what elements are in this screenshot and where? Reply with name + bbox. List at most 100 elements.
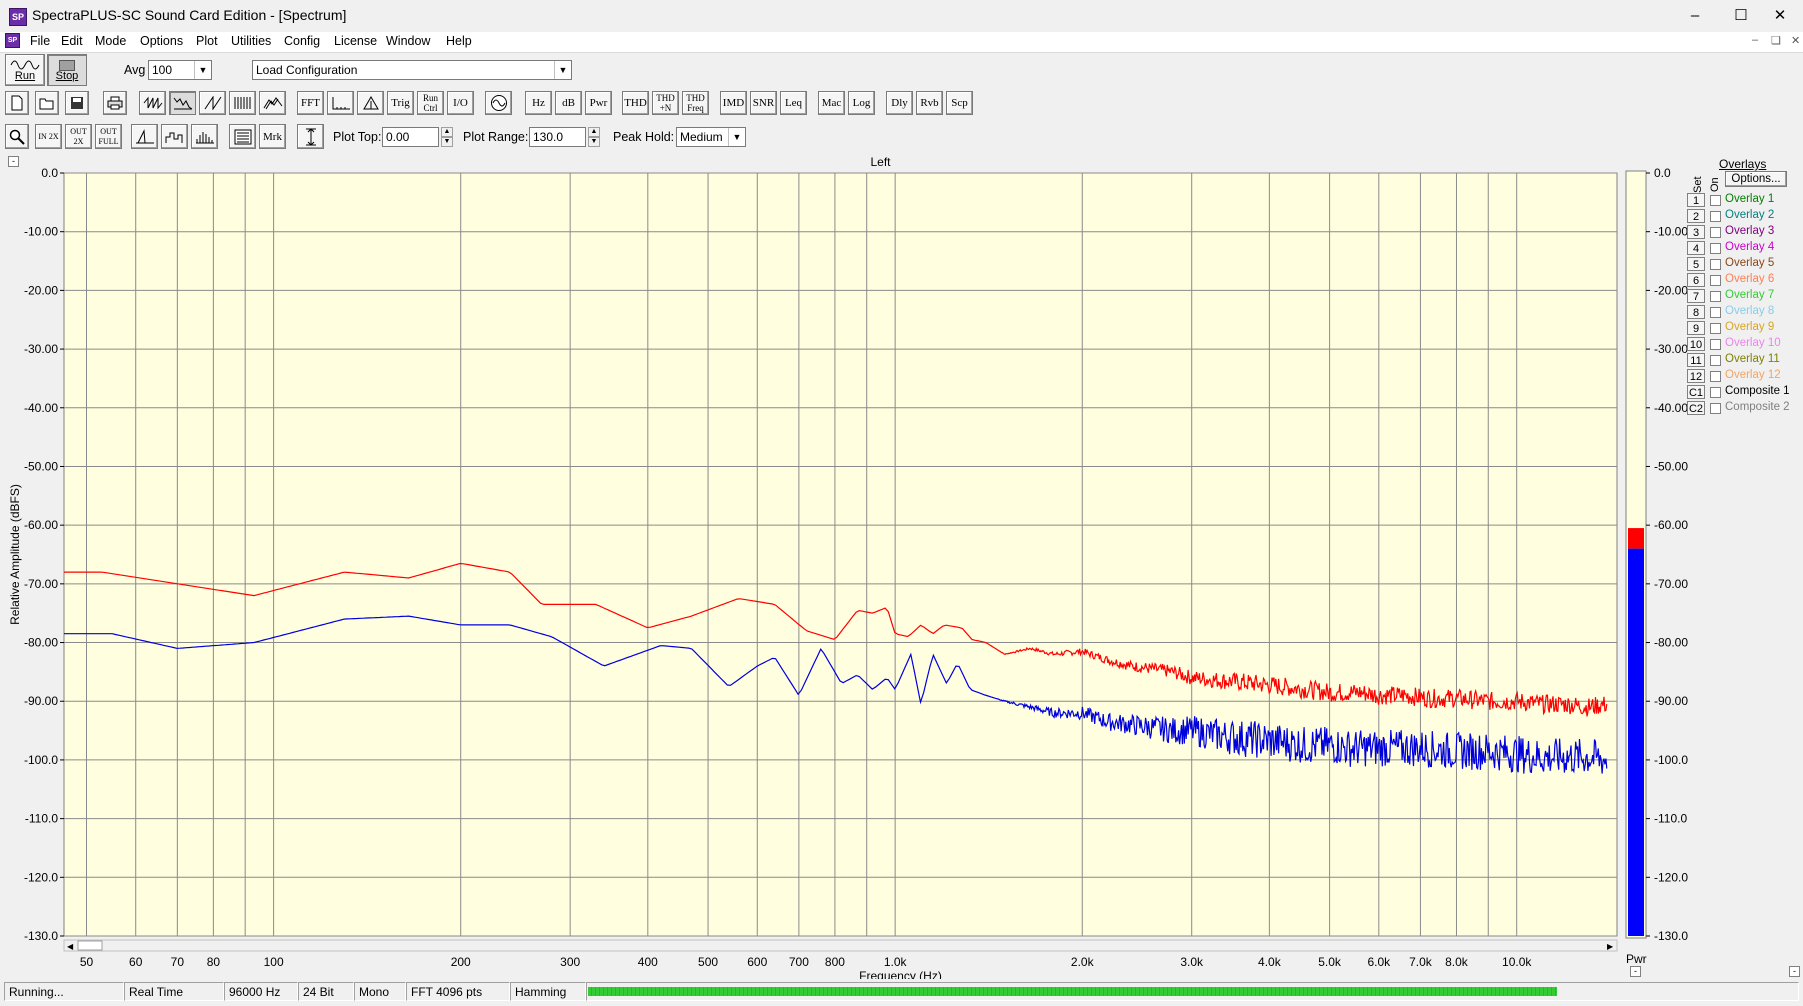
overlay-set-button[interactable]: 10 [1687, 337, 1705, 351]
print-button[interactable] [103, 91, 127, 115]
octave-button[interactable] [161, 124, 188, 149]
thd-freq-button[interactable]: THD Freq [682, 91, 709, 115]
peak-button[interactable] [131, 124, 158, 149]
zoom-out-2x-button[interactable]: OUT 2X [65, 124, 92, 149]
mac-button[interactable]: Mac [818, 91, 845, 115]
config-select[interactable]: Load Configuration ▼ [252, 60, 572, 80]
open-file-button[interactable] [35, 91, 59, 115]
io-button[interactable]: I/O [447, 91, 474, 115]
leq-button[interactable]: Leq [780, 91, 807, 115]
overlay-on-checkbox[interactable] [1710, 387, 1721, 398]
bar-graph-button[interactable] [191, 124, 218, 149]
overlay-set-button[interactable]: 7 [1687, 289, 1705, 303]
spectrum-button[interactable] [169, 91, 196, 115]
zoom-in-2x-button[interactable]: IN 2X [35, 124, 62, 149]
overlay-on-checkbox[interactable] [1710, 371, 1721, 382]
overlay-set-button[interactable]: 4 [1687, 241, 1705, 255]
mdi-minimize-button[interactable]: – [1752, 34, 1758, 46]
spectrogram-button[interactable] [229, 91, 256, 115]
menu-options[interactable]: Options [140, 34, 183, 48]
minimize-button[interactable]: – [1672, 0, 1718, 32]
overlay-on-checkbox[interactable] [1710, 275, 1721, 286]
save-button[interactable] [65, 91, 89, 115]
overlay-set-button[interactable]: 1 [1687, 193, 1705, 207]
overlay-collapse-icon[interactable]: - [1789, 966, 1800, 977]
overlay-set-button[interactable]: 8 [1687, 305, 1705, 319]
zoom-out-full-button[interactable]: OUT FULL [95, 124, 122, 149]
overlay-set-button[interactable]: 11 [1687, 353, 1705, 367]
range-button[interactable] [297, 124, 324, 149]
x-tick-label: 80 [207, 955, 221, 969]
overlay-on-checkbox[interactable] [1710, 211, 1721, 222]
menu-plot[interactable]: Plot [196, 34, 218, 48]
dly-button[interactable]: Dly [886, 91, 913, 115]
trig-button[interactable]: Trig [387, 91, 414, 115]
plot-top-spin-up[interactable]: ▲ [441, 127, 453, 137]
overlay-set-button[interactable]: 6 [1687, 273, 1705, 287]
menu-file[interactable]: File [30, 34, 50, 48]
overlay-on-checkbox[interactable] [1710, 339, 1721, 350]
signal-generator-button[interactable] [485, 91, 512, 115]
time-series-button[interactable] [139, 91, 166, 115]
fft-button[interactable]: FFT [297, 91, 324, 115]
menu-config[interactable]: Config [284, 34, 320, 48]
overlay-on-checkbox[interactable] [1710, 195, 1721, 206]
overlay-set-button[interactable]: 5 [1687, 257, 1705, 271]
overlay-on-checkbox[interactable] [1710, 323, 1721, 334]
overlay-on-checkbox[interactable] [1710, 227, 1721, 238]
thd-n-button[interactable]: THD +N [652, 91, 679, 115]
zoom-button[interactable] [5, 124, 29, 149]
meter-tick-label: -90.00 [1654, 694, 1688, 708]
overlay-set-button[interactable]: 2 [1687, 209, 1705, 223]
stop-button[interactable]: Stop [47, 54, 87, 86]
mdi-close-button[interactable]: ✕ [1791, 34, 1800, 47]
overlay-on-checkbox[interactable] [1710, 243, 1721, 254]
3d-surface-button[interactable] [259, 91, 286, 115]
menu-edit[interactable]: Edit [61, 34, 83, 48]
overlays-options-button[interactable]: Options... [1725, 171, 1787, 187]
amplitude-button[interactable] [357, 91, 384, 115]
menu-window[interactable]: Window [386, 34, 430, 48]
plot-top-spin-down[interactable]: ▼ [441, 137, 453, 147]
overlay-set-button[interactable]: C1 [1687, 385, 1705, 399]
plot-range-spin-down[interactable]: ▼ [588, 137, 600, 147]
overlay-set-button[interactable]: 3 [1687, 225, 1705, 239]
menu-utilities[interactable]: Utilities [231, 34, 271, 48]
menu-mode[interactable]: Mode [95, 34, 126, 48]
run-button[interactable]: Run [5, 54, 45, 86]
overlay-on-checkbox[interactable] [1710, 403, 1721, 414]
axis-button[interactable] [327, 91, 354, 115]
rvb-button[interactable]: Rvb [916, 91, 943, 115]
view-button[interactable] [229, 124, 256, 149]
plot-range-spin-up[interactable]: ▲ [588, 127, 600, 137]
new-file-button[interactable] [5, 91, 29, 115]
mdi-restore-button[interactable]: ❏ [1771, 34, 1781, 47]
thd-button[interactable]: THD [622, 91, 649, 115]
meter-level-bar [1628, 548, 1644, 936]
plot-top-input[interactable]: 0.00 [382, 127, 439, 147]
db-button[interactable]: dB [555, 91, 582, 115]
plot-range-input[interactable]: 130.0 [529, 127, 586, 147]
overlay-set-button[interactable]: C2 [1687, 401, 1705, 415]
menu-license[interactable]: License [334, 34, 377, 48]
overlay-on-checkbox[interactable] [1710, 291, 1721, 302]
hz-button[interactable]: Hz [525, 91, 552, 115]
mrk-button[interactable]: Mrk [259, 124, 286, 149]
run-ctrl-button[interactable]: Run Ctrl [417, 91, 444, 115]
meter-collapse-icon[interactable]: - [1630, 966, 1641, 977]
overlay-on-checkbox[interactable] [1710, 307, 1721, 318]
peak-hold-select[interactable]: Medium ▼ [676, 127, 746, 147]
overlay-set-button[interactable]: 12 [1687, 369, 1705, 383]
overlay-set-button[interactable]: 9 [1687, 321, 1705, 335]
imd-button[interactable]: IMD [720, 91, 747, 115]
scp-button[interactable]: Scp [946, 91, 973, 115]
snr-button[interactable]: SNR [750, 91, 777, 115]
phase-button[interactable] [199, 91, 226, 115]
menu-help[interactable]: Help [446, 34, 472, 48]
overlay-on-checkbox[interactable] [1710, 355, 1721, 366]
avg-select[interactable]: 100 ▼ [148, 60, 212, 80]
close-button[interactable]: ✕ [1757, 0, 1803, 32]
log-button[interactable]: Log [848, 91, 875, 115]
pwr-button[interactable]: Pwr [585, 91, 612, 115]
overlay-on-checkbox[interactable] [1710, 259, 1721, 270]
